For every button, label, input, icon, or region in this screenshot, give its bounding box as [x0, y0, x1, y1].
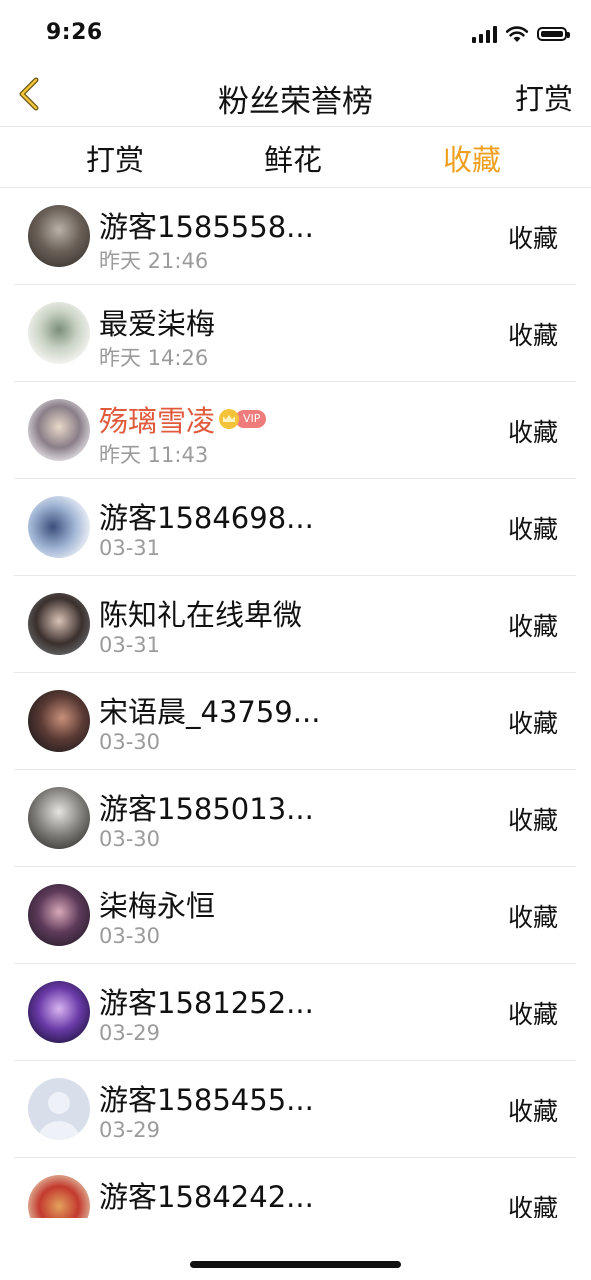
page-title: 粉丝荣誉榜 — [218, 84, 373, 120]
user-name: 柒梅永恒 — [99, 889, 216, 923]
tab-bar: 打赏 鲜花 收藏 — [0, 127, 591, 188]
avatar — [28, 884, 90, 946]
action-label: 收藏 — [507, 806, 558, 835]
avatar — [28, 302, 90, 364]
list-item[interactable]: 游客1584242... 03-29 收藏 — [14, 1158, 576, 1218]
user-name: 宋语晨_43759... — [99, 695, 321, 729]
tab-flowers[interactable]: 鲜花 — [264, 137, 322, 179]
user-name: 游客1585013... — [99, 792, 314, 826]
status-icons — [472, 25, 570, 43]
avatar — [28, 205, 90, 267]
list-item[interactable]: 殇璃雪凌 VIP 昨天 11:43 收藏 — [14, 382, 576, 479]
list-item[interactable]: 柒梅永恒 03-30 收藏 — [14, 867, 576, 964]
action-label: 收藏 — [507, 709, 558, 738]
user-name: 游客1584242... — [99, 1180, 314, 1214]
avatar — [28, 787, 90, 849]
default-avatar-icon — [28, 1078, 90, 1140]
action-label: 收藏 — [507, 1000, 558, 1029]
list-item[interactable]: 游客1584698... 03-31 收藏 — [14, 479, 576, 576]
timestamp: 03-31 — [99, 633, 161, 657]
user-name: 最爱柒梅 — [99, 307, 216, 341]
status-time: 9:26 — [46, 20, 103, 45]
avatar — [28, 399, 90, 461]
status-bar: 9:26 — [0, 0, 591, 70]
navigation-bar: 粉丝荣誉榜 打赏 — [0, 64, 591, 127]
timestamp: 03-29 — [99, 1021, 161, 1045]
list-item[interactable]: 最爱柒梅 昨天 14:26 收藏 — [14, 285, 576, 382]
user-name: 游客1584698... — [99, 501, 314, 535]
action-label: 收藏 — [507, 903, 558, 932]
fan-list: 游客1585558... 昨天 21:46 收藏 最爱柒梅 昨天 14:26 收… — [0, 188, 591, 1218]
vip-badge: VIP — [219, 409, 267, 429]
user-name: 殇璃雪凌 — [99, 404, 216, 438]
list-item[interactable]: 游客1585455... 03-29 收藏 — [14, 1061, 576, 1158]
action-label: 收藏 — [507, 418, 558, 447]
tab-reward[interactable]: 打赏 — [86, 137, 144, 179]
cellular-signal-icon — [472, 25, 497, 43]
avatar — [28, 1175, 90, 1218]
timestamp: 昨天 14:26 — [99, 346, 209, 370]
avatar — [28, 496, 90, 558]
avatar — [28, 981, 90, 1043]
vip-label: VIP — [235, 410, 267, 428]
user-name: 游客1585455... — [99, 1083, 314, 1117]
action-label: 收藏 — [507, 515, 558, 544]
list-item[interactable]: 陈知礼在线卑微 03-31 收藏 — [14, 576, 576, 673]
list-item[interactable]: 游客1585013... 03-30 收藏 — [14, 770, 576, 867]
timestamp: 03-31 — [99, 536, 161, 560]
user-name: 陈知礼在线卑微 — [99, 598, 303, 632]
wifi-icon — [505, 26, 529, 42]
list-item[interactable]: 游客1581252... 03-29 收藏 — [14, 964, 576, 1061]
timestamp: 03-30 — [99, 730, 161, 754]
avatar — [28, 690, 90, 752]
battery-icon — [537, 27, 570, 41]
action-label: 收藏 — [507, 224, 558, 253]
timestamp: 昨天 21:46 — [99, 249, 209, 273]
avatar — [28, 593, 90, 655]
list-item[interactable]: 宋语晨_43759... 03-30 收藏 — [14, 673, 576, 770]
timestamp: 03-30 — [99, 924, 161, 948]
crown-icon — [219, 409, 240, 429]
user-name: 游客1585558... — [99, 210, 314, 244]
action-label: 收藏 — [507, 1097, 558, 1126]
action-label: 收藏 — [507, 1194, 558, 1218]
timestamp: 昨天 11:43 — [99, 443, 209, 467]
action-label: 收藏 — [507, 612, 558, 641]
home-indicator — [190, 1261, 401, 1268]
timestamp: 03-30 — [99, 827, 161, 851]
reward-button[interactable]: 打赏 — [515, 76, 573, 118]
timestamp: 03-29 — [99, 1215, 160, 1218]
timestamp: 03-29 — [99, 1118, 161, 1142]
list-item[interactable]: 游客1585558... 昨天 21:46 收藏 — [14, 188, 576, 285]
action-label: 收藏 — [507, 321, 558, 350]
user-name: 游客1581252... — [99, 986, 314, 1020]
tab-favorites[interactable]: 收藏 — [443, 137, 501, 179]
